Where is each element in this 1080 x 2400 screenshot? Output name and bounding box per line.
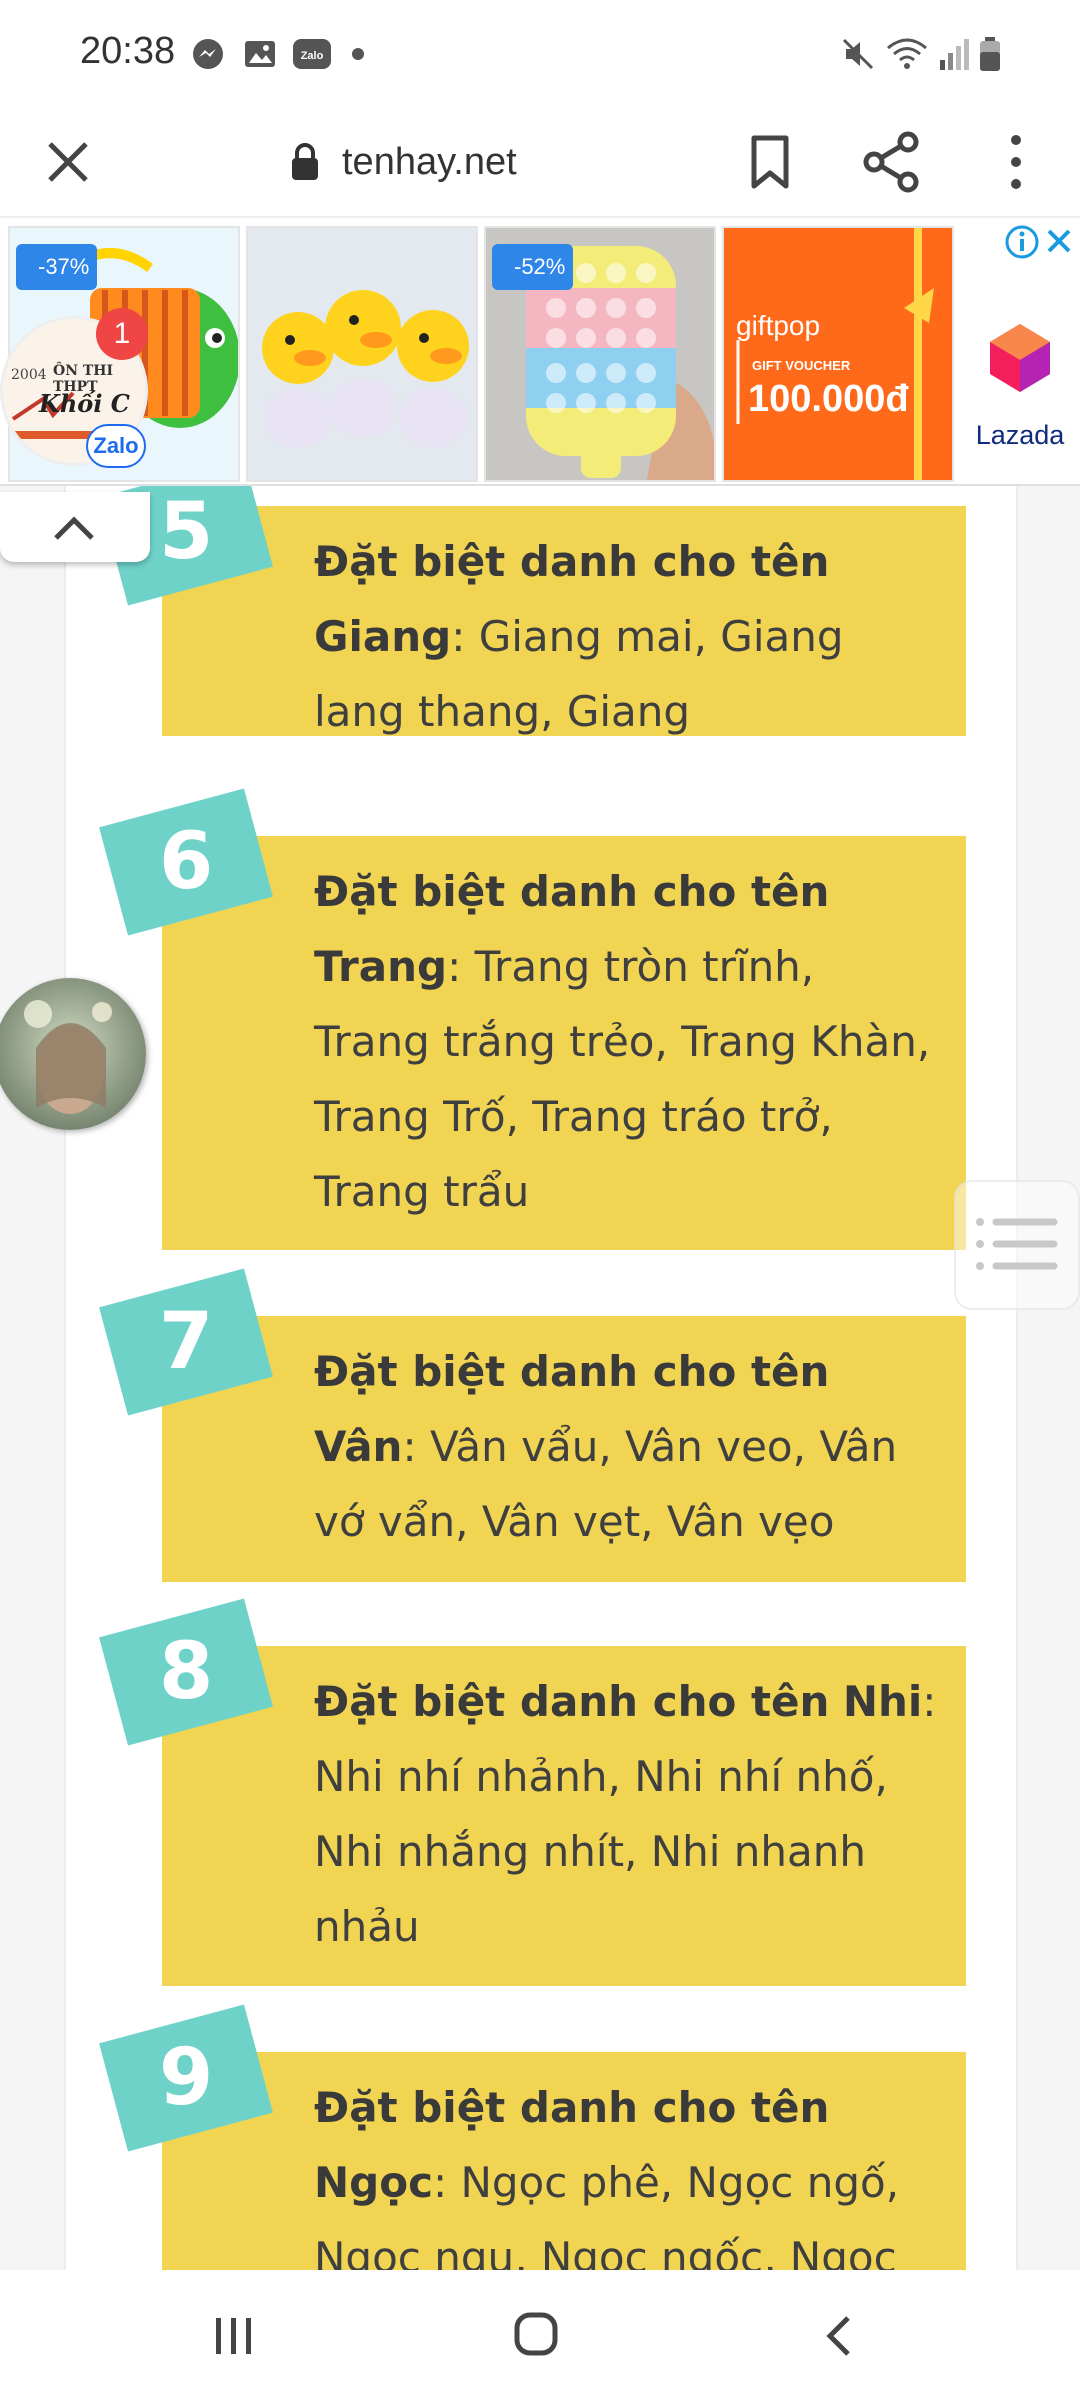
battery-icon: [980, 37, 1000, 71]
chevron-up-icon: [54, 516, 94, 540]
url-text[interactable]: tenhay.net: [342, 141, 517, 184]
svg-text:Zalo: Zalo: [301, 50, 324, 62]
collapse-ad-button[interactable]: [0, 492, 150, 562]
card-name: Nhi: [842, 1677, 923, 1726]
article-body: Đặt biệt danh cho tên Giang: Giang mai, …: [64, 216, 1018, 2270]
web-content[interactable]: Đặt biệt danh cho tên Giang: Giang mai, …: [0, 216, 1080, 2270]
address-bar[interactable]: tenhay.net: [290, 134, 517, 190]
nickname-card-8: Đặt biệt danh cho tên Nhi: Nhi nhí nhảnh…: [162, 1646, 966, 1986]
nickname-card-9: Đặt biệt danh cho tên Ngọc: Ngọc phê, Ng…: [162, 2052, 966, 2270]
bubble-text-khoi: Khối C: [39, 389, 130, 418]
discount-badge: -52%: [492, 244, 574, 290]
gallery-icon: [245, 41, 275, 67]
card-names: : Vân vẩu, Vân veo, Vân vớ vẩn, Vân vẹt,…: [314, 1422, 898, 1546]
zalo-icon: Zalo: [293, 39, 331, 69]
mute-icon: [842, 38, 874, 70]
notification-count-badge: 1: [96, 308, 148, 360]
table-of-contents-button[interactable]: [954, 1180, 1080, 1310]
giftpop-brand: giftpop: [736, 310, 821, 341]
home-icon[interactable]: [512, 2310, 560, 2358]
list-icon: [976, 1218, 1058, 1270]
lazada-heart-icon: [990, 324, 1050, 392]
ad-item-pop-it[interactable]: -52%: [484, 226, 716, 482]
voucher-label: GIFT VOUCHER: [752, 358, 851, 373]
ad-close-icon[interactable]: [1044, 226, 1074, 256]
system-nav-bar: [0, 2270, 1080, 2400]
nickname-card-5: Đặt biệt danh cho tên Giang: Giang mai, …: [162, 506, 966, 736]
browser-toolbar: tenhay.net: [0, 108, 1080, 216]
bubble-text-year: 2004: [11, 367, 47, 383]
voucher-amount: 100.000đ: [748, 378, 909, 420]
recent-apps-icon[interactable]: [212, 2314, 256, 2358]
status-time: 20:38: [80, 30, 176, 72]
card-label: Đặt biệt danh cho tên: [314, 1677, 830, 1726]
nickname-card-7: Đặt biệt danh cho tên Vân: Vân vẩu, Vân …: [162, 1316, 966, 1582]
duck-toys-image: [248, 228, 476, 480]
card-name: Giang: [314, 612, 452, 661]
notification-dot: [352, 48, 364, 60]
lazada-label: Lazada: [975, 420, 1065, 450]
back-icon[interactable]: [822, 2314, 856, 2358]
card-name: Ngọc: [314, 2158, 433, 2207]
ad-banner[interactable]: -37% -52% giftpop GIFT VOUCHER 100.000đ …: [0, 216, 1080, 486]
nickname-card-6: Đặt biệt danh cho tên Trang: Trang tròn …: [162, 836, 966, 1250]
wifi-icon: [887, 38, 927, 69]
avatar: [0, 978, 146, 1130]
signal-icon: [940, 39, 969, 70]
zalo-logo[interactable]: Zalo: [86, 424, 146, 468]
card-label: Đặt biệt danh cho tên: [314, 2083, 830, 2132]
voucher-art: [724, 228, 952, 480]
card-label: Đặt biệt danh cho tên: [314, 537, 830, 586]
avatar-chat-bubble[interactable]: [0, 978, 146, 1130]
share-icon[interactable]: [860, 128, 924, 196]
more-options-icon[interactable]: [1000, 128, 1032, 196]
card-name: Trang: [314, 942, 448, 991]
card-label: Đặt biệt danh cho tên: [314, 1347, 830, 1396]
ad-item-duck-toys[interactable]: [246, 226, 478, 482]
ad-item-giftpop-voucher[interactable]: giftpop GIFT VOUCHER 100.000đ: [722, 226, 954, 482]
card-name: Vân: [314, 1422, 403, 1471]
discount-badge: -37%: [16, 244, 98, 290]
card-label: Đặt biệt danh cho tên: [314, 867, 830, 916]
status-bar: 20:38 Zalo: [0, 0, 1080, 108]
ad-info-icon[interactable]: [1004, 224, 1040, 260]
lazada-logo[interactable]: Lazada: [960, 284, 1080, 474]
bookmark-icon[interactable]: [740, 130, 800, 194]
messenger-icon: [193, 39, 223, 69]
lock-icon: [292, 143, 318, 180]
close-icon[interactable]: [36, 130, 100, 194]
